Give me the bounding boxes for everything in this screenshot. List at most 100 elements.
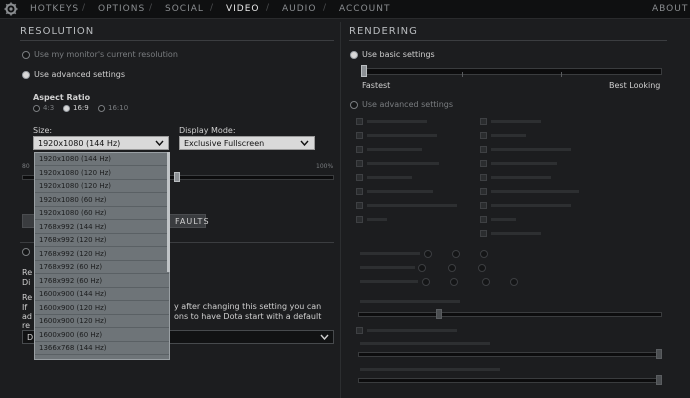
size-label: Size: [33,126,53,135]
option-label-placeholder [360,252,420,255]
size-dropdown-list[interactable]: 1920x1080 (144 Hz) 1920x1080 (120 Hz) 19… [34,152,170,360]
option-label-placeholder [491,232,541,235]
gear-icon[interactable] [4,2,18,16]
option-label-placeholder [491,120,541,123]
aspect-16-10-radio[interactable] [98,105,105,112]
option-label-placeholder [367,190,433,193]
aspect-16-9-label: 16:9 [73,104,89,112]
option-checkbox [356,118,363,125]
tab-social[interactable]: SOCIAL [165,4,204,14]
partial-label-3: Re [22,293,33,302]
tab-account[interactable]: ACCOUNT [339,4,390,14]
advanced-rendering-radio[interactable] [350,101,358,109]
quality-slider-thumb[interactable] [361,65,367,77]
dropdown-option[interactable]: 1768x992 (120 Hz) [35,234,169,247]
size-select[interactable]: 1920x1080 (144 Hz) [33,136,169,150]
option-checkbox [356,174,363,181]
render-scale-thumb[interactable] [174,172,180,182]
option-radio [452,250,460,258]
nav-separator: / [266,3,270,13]
disabled-slider [358,378,662,383]
monitor-resolution-radio[interactable] [22,51,30,59]
nav-separator: / [323,3,327,13]
advanced-resolution-radio[interactable] [22,71,30,79]
option-label-placeholder [360,368,500,371]
advanced-resolution-label: Use advanced settings [34,70,126,79]
option-radio [480,250,488,258]
tab-options[interactable]: OPTIONS [98,4,145,14]
partial-radio[interactable] [22,248,30,256]
dropdown-option[interactable]: 1768x992 (60 Hz) [35,275,169,288]
quality-min-label: Fastest [362,81,391,90]
partial-label-5: ad [22,312,32,321]
tab-about[interactable]: ABOUT [652,4,688,14]
option-label-placeholder [491,162,557,165]
tab-hotkeys[interactable]: HOTKEYS [30,4,79,14]
dropdown-option[interactable]: 1768x992 (120 Hz) [35,248,169,261]
option-checkbox [480,118,487,125]
option-label-placeholder [367,134,437,137]
option-radio [510,278,518,286]
chevron-down-icon [155,140,164,146]
option-checkbox [480,174,487,181]
slider-tick [561,72,562,77]
option-label-placeholder [491,218,516,221]
option-label-placeholder [491,190,579,193]
dropdown-option[interactable]: 1920x1080 (144 Hz) [35,153,169,166]
option-label-placeholder [491,134,526,137]
option-checkbox [480,202,487,209]
option-checkbox [480,216,487,223]
option-checkbox [480,188,487,195]
dropdown-option[interactable]: 1600x900 (120 Hz) [35,315,169,328]
dropdown-option[interactable]: 1600x900 (144 Hz) [35,288,169,301]
display-mode-label: Display Mode: [179,126,236,135]
tab-audio[interactable]: AUDIO [282,4,316,14]
dropdown-option[interactable]: 1920x1080 (120 Hz) [35,167,169,180]
dropdown-option[interactable]: 1600x900 (60 Hz) [35,329,169,342]
partial-label-1: Re [22,268,33,277]
aspect-ratio-label: Aspect Ratio [33,93,91,102]
disabled-slider [358,352,662,357]
tab-video[interactable]: VIDEO [226,4,260,14]
rendering-section-title: RENDERING [349,26,418,37]
aspect-4-3-radio[interactable] [33,105,40,112]
option-label-placeholder [491,204,571,207]
warning-text-1: y after changing this setting you can [174,302,322,311]
dropdown-option[interactable]: 1768x992 (144 Hz) [35,221,169,234]
panel-divider [340,22,341,398]
partial-label-6: re [22,321,31,330]
option-radio [482,278,490,286]
nav-separator: / [149,3,153,13]
option-label-placeholder [360,280,418,283]
dropdown-scrollbar[interactable] [167,152,170,272]
option-label-placeholder [360,266,415,269]
partial-label-2: Di [22,278,31,287]
partial-label-4: If [22,303,28,312]
display-mode-select[interactable]: Exclusive Fullscreen [179,136,315,150]
option-checkbox [480,160,487,167]
dropdown-option[interactable]: 1366x768 (144 Hz) [35,342,169,355]
option-radio [450,278,458,286]
divider [349,40,667,41]
option-radio [422,278,430,286]
quality-slider[interactable] [362,68,662,75]
option-checkbox [356,160,363,167]
disabled-slider-thumb [436,309,442,319]
option-checkbox [480,146,487,153]
render-scale-max-label: 100% [316,163,334,170]
dropdown-option[interactable]: 1920x1080 (60 Hz) [35,194,169,207]
dropdown-option[interactable]: 1920x1080 (120 Hz) [35,180,169,193]
aspect-4-3-label: 4:3 [43,104,55,112]
option-label-placeholder [367,204,457,207]
basic-settings-radio[interactable] [350,51,358,59]
dropdown-option[interactable]: 1600x900 (120 Hz) [35,302,169,315]
dropdown-option[interactable]: 1768x992 (60 Hz) [35,261,169,274]
option-checkbox [356,202,363,209]
option-label-placeholder [360,300,460,303]
option-radio [448,264,456,272]
launch-mode-value: D [27,333,34,342]
warning-text-2: ons to have Dota start with a default [174,312,322,321]
dropdown-option[interactable]: 1920x1080 (60 Hz) [35,207,169,220]
aspect-16-9-radio[interactable] [63,105,70,112]
option-radio [418,264,426,272]
